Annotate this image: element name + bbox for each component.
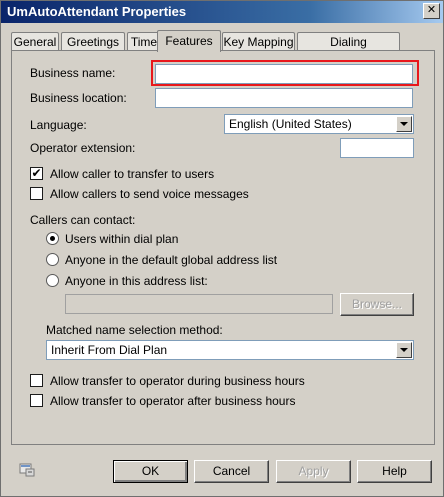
apply-button: Apply [276, 460, 351, 483]
language-dropdown[interactable]: English (United States) [224, 114, 414, 134]
cancel-button[interactable]: Cancel [194, 460, 269, 483]
allow-voice-checkbox[interactable] [30, 187, 43, 200]
radio-dial-plan[interactable] [46, 232, 59, 245]
allow-transfer-checkbox[interactable]: ✔ [30, 167, 43, 180]
chevron-down-icon[interactable] [396, 116, 412, 132]
help-button[interactable]: Help [357, 460, 432, 483]
matched-name-value: Inherit From Dial Plan [51, 343, 168, 357]
tab-features[interactable]: Features [157, 30, 221, 52]
matched-name-label: Matched name selection method: [46, 323, 223, 337]
browse-button: Browse... [340, 293, 414, 316]
allow-transfer-label: Allow caller to transfer to users [50, 167, 215, 181]
tab-dialing-restrictions[interactable]: Dialing Restrictions [297, 32, 400, 63]
allow-voice-label: Allow callers to send voice messages [50, 187, 249, 201]
language-label: Language: [30, 118, 87, 132]
operator-extension-label: Operator extension: [30, 141, 136, 155]
title-bar: UmAutoAttendant Properties ✕ [1, 1, 443, 23]
address-list-input [65, 294, 333, 314]
matched-name-dropdown[interactable]: Inherit From Dial Plan [46, 340, 414, 360]
window-title: UmAutoAttendant Properties [7, 4, 187, 19]
transfer-business-hours-checkbox[interactable] [30, 374, 43, 387]
transfer-after-hours-label: Allow transfer to operator after busines… [50, 394, 296, 408]
tab-general[interactable]: General [11, 32, 59, 51]
radio-dial-plan-label: Users within dial plan [65, 232, 179, 246]
transfer-business-hours-label: Allow transfer to operator during busine… [50, 374, 305, 388]
tab-greetings[interactable]: Greetings [61, 32, 125, 51]
radio-address-list-label: Anyone in this address list: [65, 274, 208, 288]
callers-can-contact-label: Callers can contact: [30, 213, 136, 227]
business-location-input[interactable] [155, 88, 413, 108]
chevron-down-icon[interactable] [396, 342, 412, 358]
transfer-after-hours-checkbox[interactable] [30, 394, 43, 407]
ok-button[interactable]: OK [113, 460, 188, 483]
business-name-input[interactable] [155, 64, 413, 84]
radio-address-list[interactable] [46, 274, 59, 287]
operator-extension-input[interactable] [340, 138, 414, 158]
business-location-label: Business location: [30, 91, 127, 105]
properties-window: UmAutoAttendant Properties ✕ General Gre… [0, 0, 444, 497]
close-button[interactable]: ✕ [423, 3, 440, 19]
properties-icon [19, 463, 35, 477]
tab-key-mapping[interactable]: Key Mapping [222, 32, 295, 51]
radio-global-list-label: Anyone in the default global address lis… [65, 253, 278, 267]
radio-global-list[interactable] [46, 253, 59, 266]
language-value: English (United States) [229, 117, 352, 131]
business-name-label: Business name: [30, 66, 116, 80]
